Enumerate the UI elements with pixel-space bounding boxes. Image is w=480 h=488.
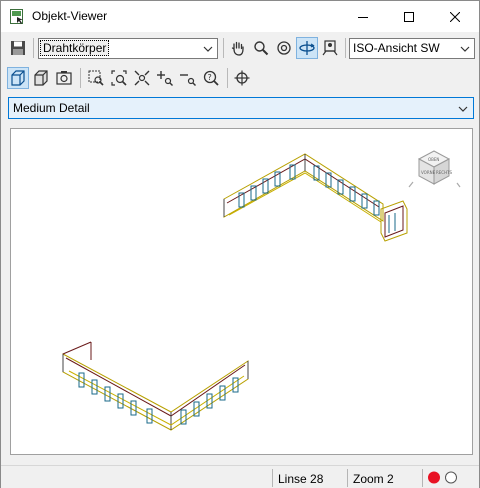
chevron-down-icon: [460, 46, 470, 52]
zoom-out-icon: [180, 74, 196, 86]
zoom-realtime-icon: ?: [203, 70, 219, 86]
zoom-icon: [254, 41, 269, 56]
white-status-dot-icon[interactable]: [445, 471, 457, 484]
pan-hand-icon: [231, 41, 244, 56]
maximize-icon: [404, 11, 414, 22]
maximize-button[interactable]: [386, 1, 432, 32]
zoom-window-icon: [88, 70, 104, 86]
locate-crosshair-icon: [234, 70, 250, 86]
status-separator: [422, 469, 423, 487]
toolbar-separator: [33, 38, 34, 58]
status-separator: [272, 469, 273, 487]
minimize-button[interactable]: [340, 1, 386, 32]
save-button[interactable]: [7, 37, 29, 59]
red-status-dot-icon[interactable]: [428, 471, 440, 484]
orbit-button[interactable]: [273, 37, 295, 59]
chevron-down-icon: [203, 46, 213, 52]
title-bar: Objekt-Viewer: [1, 1, 479, 32]
view-dropdown[interactable]: ISO-Ansicht SW: [349, 38, 475, 59]
window-title: Objekt-Viewer: [32, 9, 108, 23]
shaded-mode-button[interactable]: [30, 67, 52, 89]
toolbar-separator: [223, 38, 224, 58]
toolbar-separator: [227, 68, 228, 88]
zoom-out-button[interactable]: [177, 67, 199, 89]
status-indicators: [428, 471, 457, 484]
close-button[interactable]: [432, 1, 478, 32]
visual-style-dropdown[interactable]: Drahtkörper: [38, 38, 218, 59]
wall-assembly-lower: [62, 341, 249, 431]
status-bar: Linse 28 Zoom 2: [1, 465, 479, 488]
wireframe-box-icon: [11, 70, 25, 86]
shaded-box-icon: [34, 70, 48, 86]
zoom-extents-icon: [111, 70, 127, 86]
close-icon: [450, 11, 460, 22]
camera-settings-button[interactable]: [53, 67, 75, 89]
zoom-extents-button[interactable]: [108, 67, 130, 89]
camera-icon: [322, 40, 338, 56]
model-drawing: OBEN VORNE RECHTS: [62, 150, 461, 431]
detail-level-dropdown[interactable]: Medium Detail: [8, 97, 474, 119]
status-zoom: Zoom 2: [353, 472, 394, 486]
zoom-realtime-button[interactable]: ?: [200, 67, 222, 89]
objekt-viewer-window: Objekt-Viewer Drahtkörper ISO-Ansicht SW…: [0, 0, 480, 488]
zoom-in-button[interactable]: [154, 67, 176, 89]
locate-button[interactable]: [231, 67, 253, 89]
zoom-all-icon: [134, 70, 150, 86]
app-icon: [10, 9, 23, 24]
free-orbit-button[interactable]: [296, 37, 318, 59]
zoom-window-button[interactable]: [85, 67, 107, 89]
minimize-icon: [358, 16, 368, 18]
viewcube-top-label: OBEN: [428, 157, 439, 162]
viewcube-side-label: RECHTS: [436, 170, 453, 175]
zoom-all-button[interactable]: [131, 67, 153, 89]
wall-assembly-upper: [223, 153, 408, 242]
zoom-button[interactable]: [250, 37, 272, 59]
visual-style-value: Drahtkörper: [40, 40, 110, 56]
view-value: ISO-Ansicht SW: [353, 41, 440, 55]
viewcube-face-label: VORNE: [421, 170, 436, 175]
zoom-in-icon: [157, 71, 173, 86]
pan-button[interactable]: [227, 37, 249, 59]
toolbar-main: Drahtkörper ISO-Ansicht SW: [1, 34, 479, 62]
free-orbit-icon: [299, 41, 315, 55]
chevron-down-icon: [458, 106, 468, 112]
camera-button[interactable]: [319, 37, 341, 59]
toolbar-separator: [80, 68, 81, 88]
orbit-icon: [277, 41, 291, 55]
viewcube[interactable]: OBEN VORNE RECHTS: [408, 150, 461, 188]
svg-text:?: ?: [208, 73, 212, 82]
toolbar-separator: [345, 38, 346, 58]
status-lines: Linse 28: [278, 472, 324, 486]
status-separator: [347, 469, 348, 487]
3d-viewport[interactable]: OBEN VORNE RECHTS: [10, 128, 473, 455]
toolbar-view: ?: [1, 64, 479, 92]
wireframe-mode-button[interactable]: [7, 67, 29, 89]
camera-settings-icon: [56, 71, 72, 85]
detail-level-value: Medium Detail: [13, 101, 90, 115]
save-icon: [11, 41, 25, 55]
